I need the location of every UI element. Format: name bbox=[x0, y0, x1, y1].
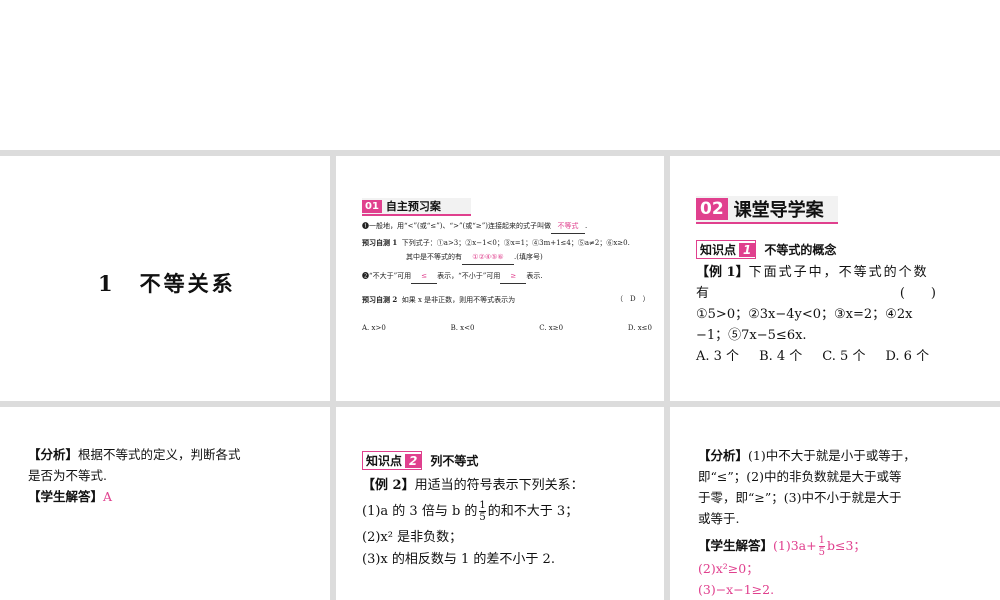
option-b: B. 4 个 bbox=[759, 349, 803, 364]
q1-text2-end: .(填序号) bbox=[514, 253, 543, 261]
fraction-one-fifth: 15 bbox=[818, 535, 825, 558]
slide-example1-panel[interactable]: 02 课堂导学案 知识点 1 不等式的概念 【例 1】下面式子中，不等式的个数 有… bbox=[670, 156, 1000, 401]
slide-preview-panel[interactable]: 01 自主预习案 ❶一般地，用“<”(或“≤”)、“>”(或“≥”)连接起来的式… bbox=[336, 156, 664, 401]
section-number: 01 bbox=[362, 199, 382, 213]
compare-answer-1: ≤ bbox=[411, 270, 438, 285]
compare-text-2: 表示，“不小于”可用 bbox=[437, 272, 501, 280]
section-number: 02 bbox=[696, 198, 728, 220]
section-title: 自主预习案 bbox=[385, 200, 441, 213]
student-answer: A bbox=[103, 489, 113, 504]
analysis2-text: 【分析】(1)中不大于就是小于或等于， 即“≤”；(2)中的非负数就是大于或等 … bbox=[698, 445, 983, 600]
analysis-line3: 于零，即“≥”；(3)中不小于就是大于 bbox=[698, 490, 902, 505]
example-line1: 下面式子中，不等式的个数 bbox=[748, 265, 929, 280]
analysis-line2: 即“≤”；(2)中的非负数就是大于或等 bbox=[698, 469, 902, 484]
frac-numerator: 1 bbox=[818, 535, 825, 546]
definition-answer: 不等式 bbox=[551, 220, 586, 235]
preview-question-1: 预习自测 1 下列式子：①a>3；②x−1<0；③x=1；④3m+1≤4；⑤a≠… bbox=[362, 236, 662, 250]
q1-text: 下列式子：①a>3；②x−1<0；③x=1；④3m+1≤4；⑤a≠2；⑥x≥0. bbox=[401, 239, 630, 247]
example-line4: −1；⑤7x−5≤6x. bbox=[696, 328, 807, 343]
q1-text2: 其中是不等式的有 bbox=[406, 253, 462, 261]
slide-analysis2-panel[interactable]: 【分析】(1)中不大于就是小于或等于， 即“≤”；(2)中的非负数就是大于或等 … bbox=[670, 407, 1000, 600]
q2-answer: （ D ） bbox=[616, 295, 650, 303]
q1-answer: ①②④⑤⑥ bbox=[462, 251, 514, 266]
analysis1-text: 【分析】根据不等式的定义，判断各式 是否为不等式. 【学生解答】A bbox=[28, 444, 298, 507]
slide-analysis1-panel[interactable]: 【分析】根据不等式的定义，判断各式 是否为不等式. 【学生解答】A bbox=[0, 407, 330, 600]
analysis-line2: 是否为不等式. bbox=[28, 468, 107, 483]
frac-denominator: 5 bbox=[479, 511, 486, 523]
example2-text: 【例 2】用适当的符号表示下列关系： (1)a 的 3 倍与 b 的 1 5 的和不大… bbox=[362, 473, 652, 573]
lesson-title: 1 不等关系 bbox=[98, 271, 236, 296]
compare-text-3: 表示. bbox=[526, 272, 543, 280]
example1-text: 【例 1】下面式子中，不等式的个数 有 ( ) ①5>0；②3x−4y<0；③x=… bbox=[696, 262, 936, 367]
analysis-line1: (1)中不大于就是小于或等于， bbox=[748, 448, 916, 463]
q1-label: 预习自测 1 bbox=[362, 238, 398, 247]
knowledge-point-1: 知识点 1 不等式的概念 bbox=[696, 240, 836, 259]
option-c: C. x≥0 bbox=[539, 324, 564, 332]
option-d: D. x≤0 bbox=[627, 324, 652, 332]
frac-numerator: 1 bbox=[479, 500, 486, 511]
definition-end: . bbox=[585, 222, 588, 230]
item1-text: (1)a 的 3 倍与 b 的 bbox=[362, 504, 478, 519]
example-label: 【例 1】 bbox=[696, 265, 749, 280]
slide-example2-panel[interactable]: 知识点 2 列不等式 【例 2】用适当的符号表示下列关系： (1)a 的 3 倍与… bbox=[336, 407, 664, 600]
option-b: B. x<0 bbox=[450, 324, 475, 332]
item1-end: 的和不大于 3； bbox=[487, 504, 579, 519]
frac-denominator: 5 bbox=[818, 546, 825, 558]
option-a: A. x>0 bbox=[362, 324, 386, 332]
example-prompt: 用适当的符号表示下列关系： bbox=[414, 478, 584, 493]
kp-title: 列不等式 bbox=[430, 454, 479, 468]
q2-options: A. x>0 B. x<0 C. x≥0 D. x≤0 bbox=[362, 322, 652, 335]
option-a: A. 3 个 bbox=[696, 349, 740, 364]
kp-number: 2 bbox=[405, 453, 422, 468]
analysis-label: 【分析】 bbox=[28, 447, 79, 462]
answer-label: 【学生解答】 bbox=[698, 538, 774, 553]
section-badge-01: 01 自主预习案 bbox=[362, 198, 471, 216]
kp-label: 知识点 bbox=[366, 454, 403, 468]
example-label: 【例 2】 bbox=[362, 478, 415, 493]
example-line2: 有 bbox=[696, 286, 710, 301]
kp-label: 知识点 bbox=[700, 243, 737, 257]
answer-2: (2)x²≥0； bbox=[698, 561, 759, 576]
option-c: C. 5 个 bbox=[822, 349, 866, 364]
option-d: D. 6 个 bbox=[885, 349, 930, 364]
answer-1-post: b≤3； bbox=[826, 538, 866, 553]
compare-answer-2: ≥ bbox=[500, 270, 527, 285]
answer-paren: ( ) bbox=[899, 286, 936, 301]
definition-text: ❶一般地，用“<”(或“≤”)、“>”(或“≥”)连接起来的式子叫做 bbox=[362, 222, 552, 230]
definition-line: ❶一般地，用“<”(或“≤”)、“>”(或“≥”)连接起来的式子叫做 不等式. bbox=[362, 220, 662, 235]
item3-text: (3)x 的相反数与 1 的差不小于 2. bbox=[362, 552, 555, 567]
compare-words-line: ❷“不大于”可用 ≤ 表示，“不小于”可用 ≥ 表示. bbox=[362, 270, 662, 285]
preview-question-1-line2: 其中是不等式的有 ①②④⑤⑥ .(填序号) bbox=[406, 251, 656, 266]
analysis-line1: 根据不等式的定义，判断各式 bbox=[78, 447, 241, 462]
q2-text: 如果 x 是非正数，则用不等式表示为 bbox=[401, 296, 516, 304]
kp-badge: 知识点 2 bbox=[362, 451, 423, 470]
kp-title: 不等式的概念 bbox=[764, 243, 837, 257]
knowledge-point-2: 知识点 2 列不等式 bbox=[362, 451, 478, 470]
kp-number: 1 bbox=[739, 242, 756, 257]
answer-1: (1)3a+ 1 5 b≤3； bbox=[773, 535, 866, 558]
compare-text-1: ❷“不大于”可用 bbox=[362, 272, 412, 280]
fraction-one-fifth: 15 bbox=[479, 500, 486, 523]
kp-badge: 知识点 1 bbox=[696, 240, 757, 259]
slide-title-panel[interactable]: 1 不等关系 bbox=[0, 156, 330, 401]
q2-label: 预习自测 2 bbox=[362, 295, 398, 304]
analysis-label: 【分析】 bbox=[698, 448, 749, 463]
answer-label: 【学生解答】 bbox=[28, 489, 104, 504]
answer-3: (3)−x−1≥2. bbox=[698, 582, 775, 597]
example-line3: ①5>0；②3x−4y<0；③x=2；④2x bbox=[696, 307, 913, 322]
answer-1-pre: (1)3a+ bbox=[773, 538, 817, 553]
section-badge-02: 02 课堂导学案 bbox=[696, 196, 838, 224]
section-title: 课堂导学案 bbox=[733, 200, 824, 221]
analysis-line4: 或等于. bbox=[698, 511, 740, 526]
